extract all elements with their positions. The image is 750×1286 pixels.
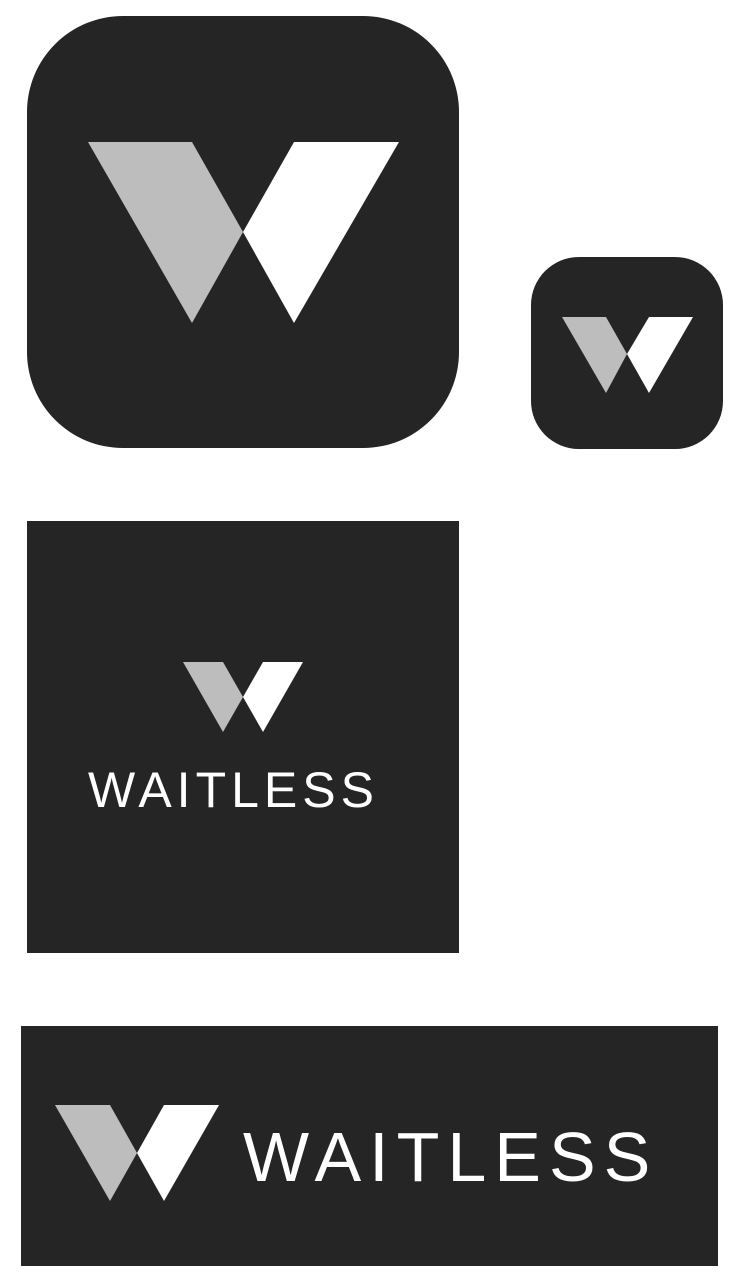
wordmark: WAITLESS (243, 1118, 659, 1196)
app-icon-small (531, 257, 723, 449)
app-icon-large (27, 16, 459, 448)
app-icon-small-background (531, 257, 723, 449)
app-icon-small-artwork (531, 257, 723, 449)
wordmark: WAITLESS (88, 762, 379, 818)
square-logo-background (27, 521, 459, 953)
square-logo: WAITLESS (27, 521, 459, 953)
horizontal-banner: WAITLESS (21, 1026, 718, 1266)
square-logo-artwork (27, 521, 459, 953)
app-icon-large-artwork (27, 16, 459, 448)
